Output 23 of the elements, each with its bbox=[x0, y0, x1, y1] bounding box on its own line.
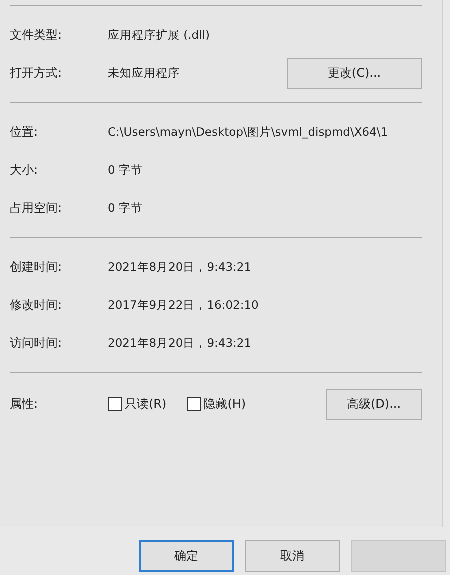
field-label: 属性: bbox=[10, 396, 40, 412]
field-value: 0 字节 bbox=[108, 200, 144, 216]
change-button[interactable]: 更改(C)... bbox=[287, 58, 422, 88]
ok-button[interactable]: 确定 bbox=[139, 540, 234, 572]
field-label: 访问时间: bbox=[10, 334, 64, 352]
field-label: 修改时间: bbox=[10, 296, 64, 314]
field-label: 位置: bbox=[10, 124, 40, 140]
cancel-button[interactable]: 取消 bbox=[245, 540, 340, 572]
field-value: 2021年8月20日，9:43:21 bbox=[108, 336, 253, 350]
field-value: C:\Users\mayn\Desktop\图片\svml_dispmd\X64\1 bbox=[108, 124, 390, 140]
field-value: 2021年8月20日，9:43:21 bbox=[108, 260, 253, 274]
field-label: 占用空间: bbox=[10, 200, 64, 216]
field-value: 未知应用程序 bbox=[108, 66, 181, 80]
checkbox[interactable]: 隐藏(H) bbox=[186, 396, 246, 412]
field-label: 大小: bbox=[10, 162, 40, 178]
field-label: 文件类型: bbox=[10, 26, 64, 44]
field-value: 应用程序扩展 (.dll) bbox=[108, 28, 211, 42]
field-value: 2017年9月22日，16:02:10 bbox=[108, 298, 260, 312]
field-label: 创建时间: bbox=[10, 258, 64, 276]
checkbox[interactable]: 只读(R) bbox=[108, 396, 167, 412]
advanced-button[interactable]: 高级(D)... bbox=[326, 388, 422, 420]
field-label: 打开方式: bbox=[10, 64, 64, 82]
field-value: 0 字节 bbox=[108, 162, 144, 178]
